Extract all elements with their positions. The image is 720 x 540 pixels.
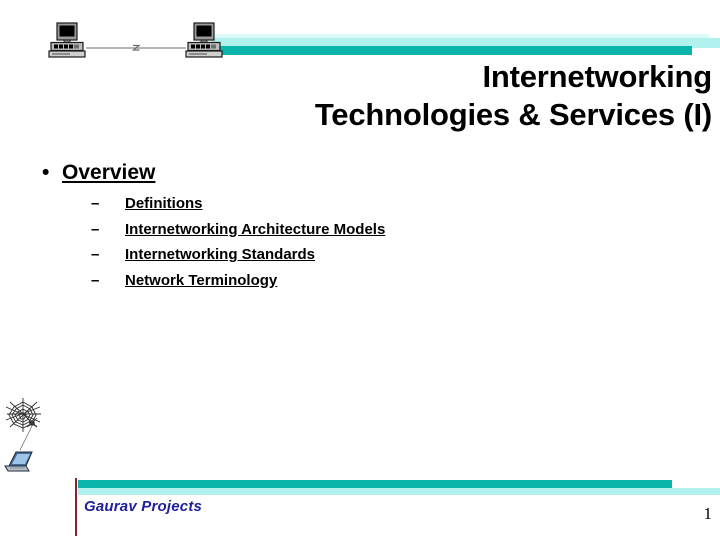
footer-accent-bar-light (78, 488, 720, 495)
bullet-dot-icon: • (42, 161, 50, 184)
outline-item-label: Definitions (125, 195, 203, 212)
spider-web-laptop-icon (4, 398, 41, 472)
outline-item-label: Internetworking Standards (125, 246, 316, 263)
outline-item-standards: – Internetworking Standards (0, 242, 720, 268)
outline-level1-overview: • Overview (0, 160, 720, 186)
outline-item-architecture-models: – Internetworking Architecture Models (0, 217, 720, 243)
dash-bullet-icon: – (91, 246, 100, 263)
dash-bullet-icon: – (91, 220, 100, 238)
outline-level1-label: Overview (62, 161, 156, 184)
footer-decoration: Gaurav Projects 1 (0, 398, 720, 540)
desktop-computer-icon-left (48, 22, 86, 58)
slide-title: Internetworking Technologies & Services … (60, 58, 712, 134)
header-accent-bar-teal (211, 46, 692, 55)
outline-item-label: Network Terminology (125, 271, 278, 289)
outline-item-network-terminology: – Network Terminology (0, 268, 720, 294)
dash-bullet-icon: – (91, 271, 100, 289)
desktop-computer-icon-right (185, 22, 223, 58)
outline-item-definitions: – Definitions (0, 191, 720, 217)
network-link-icon (86, 44, 186, 51)
slide-body: • Overview – Definitions – Internetworki… (0, 160, 720, 293)
footer-vertical-rule (75, 478, 77, 536)
footer-label: Gaurav Projects (84, 498, 203, 515)
page-number: 1 (703, 504, 713, 523)
dash-bullet-icon: – (91, 195, 100, 212)
slide-title-line-1: Internetworking (482, 59, 712, 94)
footer-accent-bar-teal (78, 480, 672, 488)
slide-title-line-2: Technologies & Services (I) (314, 97, 712, 132)
outline-item-label: Internetworking Architecture Models (125, 220, 386, 238)
